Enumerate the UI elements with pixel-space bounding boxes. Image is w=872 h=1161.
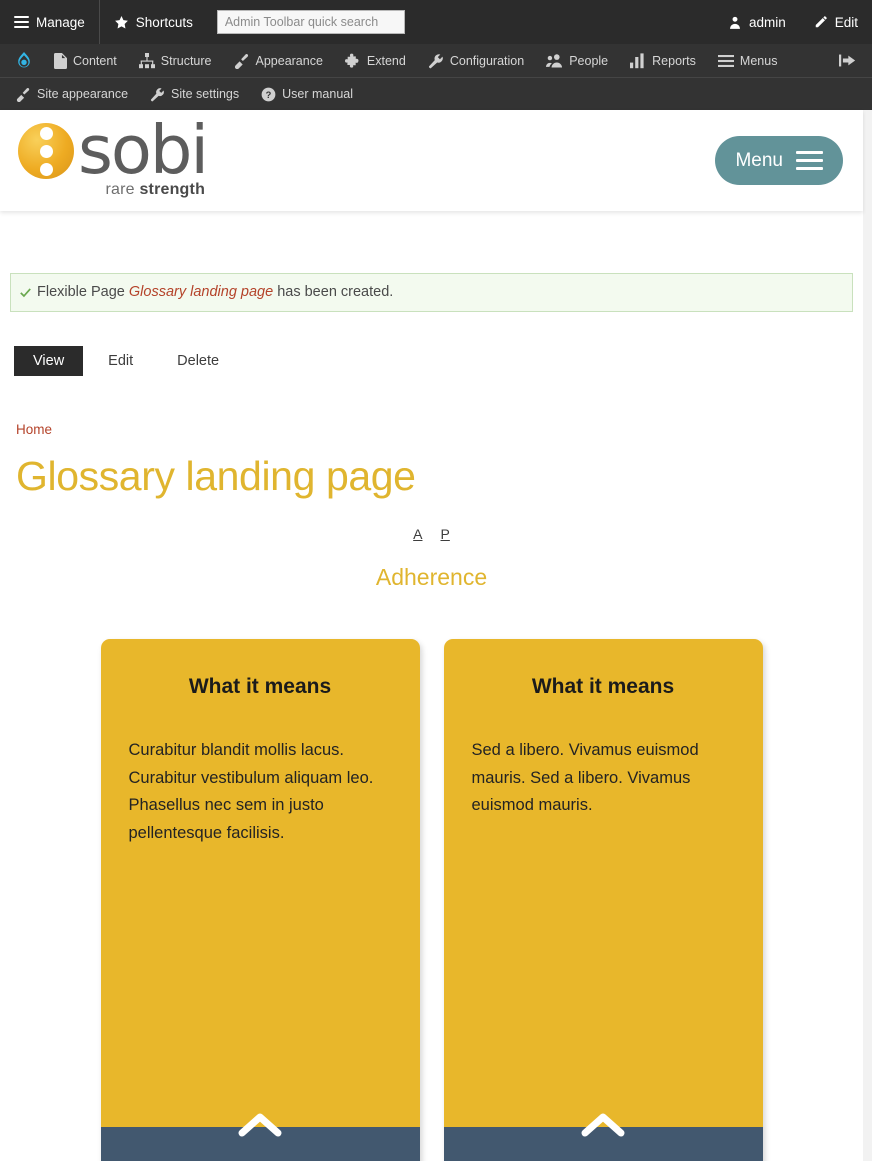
sobi-dots-logomark-icon xyxy=(18,123,74,180)
toolbar-menu-menus[interactable]: Menus xyxy=(707,44,789,77)
admin-toolbar-bar: Manage Shortcuts admin Edit xyxy=(0,0,872,44)
local-tasks: View Edit Delete xyxy=(14,346,863,376)
page-body: Flexible Page Glossary landing page has … xyxy=(0,273,863,1161)
alpha-index-link-p[interactable]: P xyxy=(441,526,450,542)
logo-tagline-light: rare xyxy=(105,181,140,199)
toolbar-edit-button[interactable]: Edit xyxy=(800,0,872,44)
glossary-card-body: Sed a libero. Vivamus euismod mauris. Se… xyxy=(471,741,699,815)
toolbar-menu-configuration[interactable]: Configuration xyxy=(417,44,535,77)
glossary-card-top: What it means Curabitur blandit mollis l… xyxy=(101,639,420,1127)
tab-edit[interactable]: Edit xyxy=(89,346,152,376)
toolbar-user-label: admin xyxy=(748,14,786,30)
people-icon xyxy=(546,53,563,69)
paintbrush-icon xyxy=(234,53,250,69)
toolbar-menu-extend[interactable]: Extend xyxy=(334,44,417,77)
toolbar-shortcuts-label: Shortcuts xyxy=(135,14,193,30)
alpha-index-link-a[interactable]: A xyxy=(413,526,422,542)
glossary-card-footer[interactable]: What it means to xyxy=(443,1113,763,1161)
status-message-suffix: has been created. xyxy=(273,284,394,300)
admin-quick-search-input[interactable] xyxy=(216,10,405,34)
letter-group-heading: Adherence xyxy=(375,564,488,590)
toolbar-menu-content-label: Content xyxy=(73,53,117,68)
breadcrumb[interactable]: Home xyxy=(16,422,863,437)
glossary-cards-row: What it means Curabitur blandit mollis l… xyxy=(0,639,863,1161)
toolbar-search-wrapper xyxy=(207,10,415,34)
structure-icon xyxy=(138,52,155,69)
status-message-prefix: Flexible Page xyxy=(37,284,129,300)
chevron-up-icon[interactable] xyxy=(237,1111,283,1138)
status-message-entity: Glossary landing page xyxy=(128,284,274,300)
tray-item-site-settings[interactable]: Site settings xyxy=(139,78,250,111)
toolbar-menu-extend-label: Extend xyxy=(366,53,406,68)
logo-word-text: sobi xyxy=(78,110,209,189)
toolbar-shortcuts-button[interactable]: Shortcuts xyxy=(100,0,207,44)
logo-tagline-bold: strength xyxy=(139,181,206,199)
glossary-card-body: Curabitur blandit mollis lacus. Curabitu… xyxy=(128,741,374,843)
bar-chart-icon xyxy=(630,52,646,69)
chevron-up-icon[interactable] xyxy=(580,1111,626,1138)
glossary-card-top: What it means Sed a libero. Vivamus euis… xyxy=(444,639,763,1127)
file-icon xyxy=(54,52,67,69)
toolbar-menu-people[interactable]: People xyxy=(535,44,619,77)
logo-wordmark: sobi rare strength xyxy=(78,110,209,200)
toolbar-manage-label: Manage xyxy=(36,14,85,30)
site-menu-button-label: Menu xyxy=(735,149,783,171)
glossary-card: What it means Sed a libero. Vivamus euis… xyxy=(443,639,763,1161)
glossary-card-heading: What it means xyxy=(188,675,332,698)
page-title: Glossary landing page xyxy=(16,453,416,499)
question-circle-icon: ? xyxy=(261,87,276,102)
admin-toolbar-menu-tray: Content Structure Appearance Extend Conf… xyxy=(0,44,872,77)
check-icon xyxy=(20,287,31,298)
status-message: Flexible Page Glossary landing page has … xyxy=(10,273,853,312)
pencil-icon xyxy=(814,15,828,29)
paintbrush-icon xyxy=(16,87,31,102)
glossary-card-footer[interactable]: What it means to xyxy=(100,1113,420,1161)
alphabet-index: A P xyxy=(0,526,863,542)
site-menu-button[interactable]: Menu xyxy=(715,136,843,185)
drupal-droplet-icon xyxy=(16,51,32,70)
toolbar-menu-people-label: People xyxy=(569,53,609,68)
toolbar-menu-appearance-label: Appearance xyxy=(255,53,323,68)
tray-item-user-manual-label: User manual xyxy=(282,87,354,101)
toolbar-manage-button[interactable]: Manage xyxy=(0,0,99,44)
glossary-card: What it means Curabitur blandit mollis l… xyxy=(100,639,420,1161)
user-icon xyxy=(728,15,742,30)
toolbar-menu-appearance[interactable]: Appearance xyxy=(223,44,334,77)
drupal-home-link[interactable] xyxy=(5,44,43,77)
toolbar-edit-label: Edit xyxy=(834,14,858,30)
tray-item-site-appearance-label: Site appearance xyxy=(37,87,129,101)
hamburger-icon xyxy=(14,16,29,28)
logo-tagline: rare strength xyxy=(78,181,207,199)
toolbar-menu-content[interactable]: Content xyxy=(43,44,128,77)
hamburger-icon xyxy=(717,54,734,68)
tray-item-site-settings-label: Site settings xyxy=(171,87,240,101)
svg-text:?: ? xyxy=(266,89,272,99)
site-shell: sobi rare strength Menu Flexible Page Gl… xyxy=(0,110,863,1161)
puzzle-icon xyxy=(344,53,361,69)
toolbar-user-account[interactable]: admin xyxy=(714,0,800,44)
site-logo[interactable]: sobi rare strength xyxy=(18,110,209,200)
toolbar-collapse-button[interactable] xyxy=(839,54,872,67)
breadcrumb-home-link[interactable]: Home xyxy=(16,422,52,437)
tray-item-user-manual[interactable]: ? User manual xyxy=(250,78,364,111)
collapse-left-arrow-icon xyxy=(839,54,856,67)
toolbar-menu-reports[interactable]: Reports xyxy=(619,44,707,77)
wrench-icon xyxy=(150,87,165,102)
hamburger-icon xyxy=(796,151,823,170)
admin-toolbar-sub-tray: Site appearance Site settings ? User man… xyxy=(0,77,872,110)
toolbar-menu-menus-label: Menus xyxy=(739,53,778,68)
tab-delete[interactable]: Delete xyxy=(158,346,238,376)
glossary-card-heading: What it means xyxy=(531,675,675,698)
site-header: sobi rare strength Menu xyxy=(0,110,863,211)
toolbar-menu-reports-label: Reports xyxy=(652,53,696,68)
wrench-icon xyxy=(428,53,444,69)
toolbar-menu-configuration-label: Configuration xyxy=(449,53,525,68)
toolbar-right-group: admin Edit xyxy=(714,0,872,44)
star-icon xyxy=(114,15,129,30)
tray-item-site-appearance[interactable]: Site appearance xyxy=(5,78,139,111)
toolbar-menu-structure-label: Structure xyxy=(160,53,212,68)
tab-view[interactable]: View xyxy=(14,346,84,376)
toolbar-menu-structure[interactable]: Structure xyxy=(128,44,223,77)
